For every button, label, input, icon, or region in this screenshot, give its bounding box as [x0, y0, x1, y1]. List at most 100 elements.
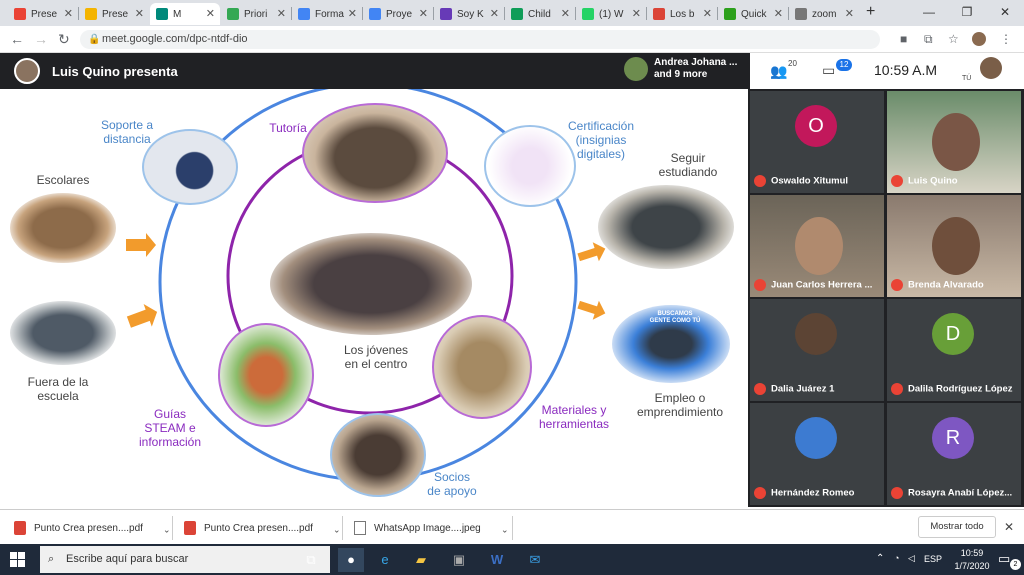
browser-tab[interactable]: Los b ✕: [647, 3, 717, 25]
people-icon[interactable]: 👥: [770, 63, 787, 80]
tab-separator: [433, 7, 434, 20]
browser-tab[interactable]: Forma ✕: [292, 3, 362, 25]
url-field[interactable]: 🔒 meet.google.com/dpc-ntdf-dio: [80, 30, 880, 49]
tab-close-icon[interactable]: ✕: [348, 7, 357, 20]
drive-icon: [227, 8, 239, 20]
tab-close-icon[interactable]: ✕: [490, 7, 499, 20]
download-item[interactable]: WhatsApp Image....jpeg ⌃: [354, 517, 508, 539]
notifications-icon[interactable]: ▭: [998, 551, 1010, 567]
language-label[interactable]: ESP: [924, 554, 942, 564]
tab-separator: [717, 7, 718, 20]
label-fuera: Fuera de la escuela: [27, 375, 89, 403]
browser-tab[interactable]: Soy K ✕: [434, 3, 504, 25]
tab-close-icon[interactable]: ✕: [419, 7, 428, 20]
mic-muted-icon: [754, 383, 766, 395]
browser-tab[interactable]: Prese ✕: [79, 3, 149, 25]
back-arrow-icon[interactable]: ←: [10, 31, 24, 47]
browser-tab[interactable]: Prese ✕: [8, 3, 78, 25]
browser-tab[interactable]: Quick ✕: [718, 3, 788, 25]
volume-icon[interactable]: ◁: [908, 553, 915, 564]
chevron-up-icon[interactable]: ⌃: [876, 553, 884, 564]
translate-icon[interactable]: ⧉: [924, 32, 933, 47]
download-item[interactable]: Punto Crea presen....pdf ⌃: [14, 517, 171, 539]
banner-text: BUSCAMOS GENTE COMO TÚ: [649, 311, 701, 324]
tab-label: Priori: [244, 8, 268, 20]
menu-icon[interactable]: ⋮: [1000, 32, 1012, 46]
new-tab-button[interactable]: +: [866, 3, 875, 21]
windows-taskbar: ⌕ Escribe aquí para buscar ⧉ ● e ▰ ▣ W ✉…: [0, 544, 1024, 575]
tab-close-icon[interactable]: ✕: [632, 7, 641, 20]
presenter-avatar: [14, 58, 40, 84]
close-window-button[interactable]: ✕: [986, 0, 1024, 26]
mail-icon[interactable]: ✉: [522, 548, 548, 572]
tab-close-icon[interactable]: ✕: [206, 7, 215, 20]
self-avatar[interactable]: [980, 57, 1002, 79]
participant-tile[interactable]: Dalia Juárez 1: [750, 299, 884, 401]
clock-date[interactable]: 1/7/2020: [950, 561, 994, 571]
tab-label: Los b: [670, 8, 695, 20]
chevron-down-icon[interactable]: ⌃: [501, 523, 509, 534]
maximize-button[interactable]: ❐: [948, 0, 986, 26]
browser-tab[interactable]: M ✕: [150, 3, 220, 25]
download-separator: [512, 516, 513, 540]
chat-badge: 12: [836, 59, 852, 71]
other-participants-chip[interactable]: Andrea Johana ... and 9 more: [624, 57, 737, 81]
tab-close-icon[interactable]: ✕: [845, 7, 854, 20]
taskbar-search[interactable]: ⌕ Escribe aquí para buscar: [40, 546, 330, 573]
tab-close-icon[interactable]: ✕: [135, 7, 144, 20]
camera-icon[interactable]: ■: [900, 32, 907, 46]
docs-icon: [298, 8, 310, 20]
guias-photo: [218, 323, 314, 427]
browser-tab[interactable]: Proye ✕: [363, 3, 433, 25]
tab-label: Proye: [386, 8, 413, 20]
participant-tile[interactable]: Luis Quino: [887, 91, 1021, 193]
tab-label: Child: [528, 8, 551, 20]
download-item[interactable]: Punto Crea presen....pdf ⌃: [184, 517, 341, 539]
file-explorer-icon[interactable]: ▰: [408, 548, 434, 572]
globe-icon: [795, 8, 807, 20]
participant-tile[interactable]: Hernández Romeo: [750, 403, 884, 505]
clock-time[interactable]: 10:59: [950, 548, 994, 558]
chrome-icon[interactable]: ●: [338, 548, 364, 572]
task-view-icon[interactable]: ⧉: [298, 548, 324, 572]
participant-tile[interactable]: D Dalila Rodríguez López: [887, 299, 1021, 401]
edge-icon[interactable]: e: [372, 548, 398, 572]
close-downloads-icon[interactable]: ✕: [1004, 520, 1014, 534]
show-all-button[interactable]: Mostrar todo: [918, 516, 996, 538]
profile-avatar[interactable]: [972, 32, 986, 46]
chevron-down-icon[interactable]: ⌃: [163, 523, 171, 534]
browser-tab[interactable]: Priori ✕: [221, 3, 291, 25]
browser-tab[interactable]: (1) W ✕: [576, 3, 646, 25]
participant-tile[interactable]: Brenda Alvarado: [887, 195, 1021, 297]
participant-video: [795, 217, 843, 275]
participant-name-text: Hernández Romeo: [771, 487, 855, 499]
label-guias: Guías STEAM e información: [138, 407, 202, 449]
forward-arrow-icon[interactable]: →: [34, 31, 48, 47]
browser-tab[interactable]: Child ✕: [505, 3, 575, 25]
word-icon[interactable]: W: [484, 548, 510, 572]
tab-close-icon[interactable]: ✕: [64, 7, 73, 20]
star-icon[interactable]: ☆: [948, 32, 959, 46]
network-icon[interactable]: ◔: [894, 553, 899, 563]
chevron-down-icon[interactable]: ⌃: [333, 523, 341, 534]
browser-tab[interactable]: zoom ✕: [789, 3, 859, 25]
participant-tile[interactable]: Juan Carlos Herrera ...: [750, 195, 884, 297]
label-soporte: Soporte a distancia: [100, 118, 154, 146]
store-icon[interactable]: ▣: [446, 548, 472, 572]
participant-tile[interactable]: R Rosayra Anabí López...: [887, 403, 1021, 505]
fuera-photo: [10, 301, 116, 365]
participant-avatar: [795, 313, 837, 355]
reload-icon[interactable]: ↻: [58, 31, 70, 48]
label-centro: Los jóvenes en el centro: [343, 343, 409, 371]
meet-controls: 👥 20 ▭ 12 10:59 A.M TÚ: [750, 53, 1024, 89]
tab-close-icon[interactable]: ✕: [774, 7, 783, 20]
minimize-button[interactable]: —: [910, 0, 948, 26]
windows-start-icon[interactable]: [10, 552, 25, 567]
participant-tile[interactable]: O Oswaldo Xitumul: [750, 91, 884, 193]
tab-close-icon[interactable]: ✕: [703, 7, 712, 20]
chat-icon[interactable]: ▭: [822, 62, 835, 79]
download-separator: [342, 516, 343, 540]
tab-close-icon[interactable]: ✕: [561, 7, 570, 20]
whatsapp-icon: [582, 8, 594, 20]
tab-close-icon[interactable]: ✕: [277, 7, 286, 20]
